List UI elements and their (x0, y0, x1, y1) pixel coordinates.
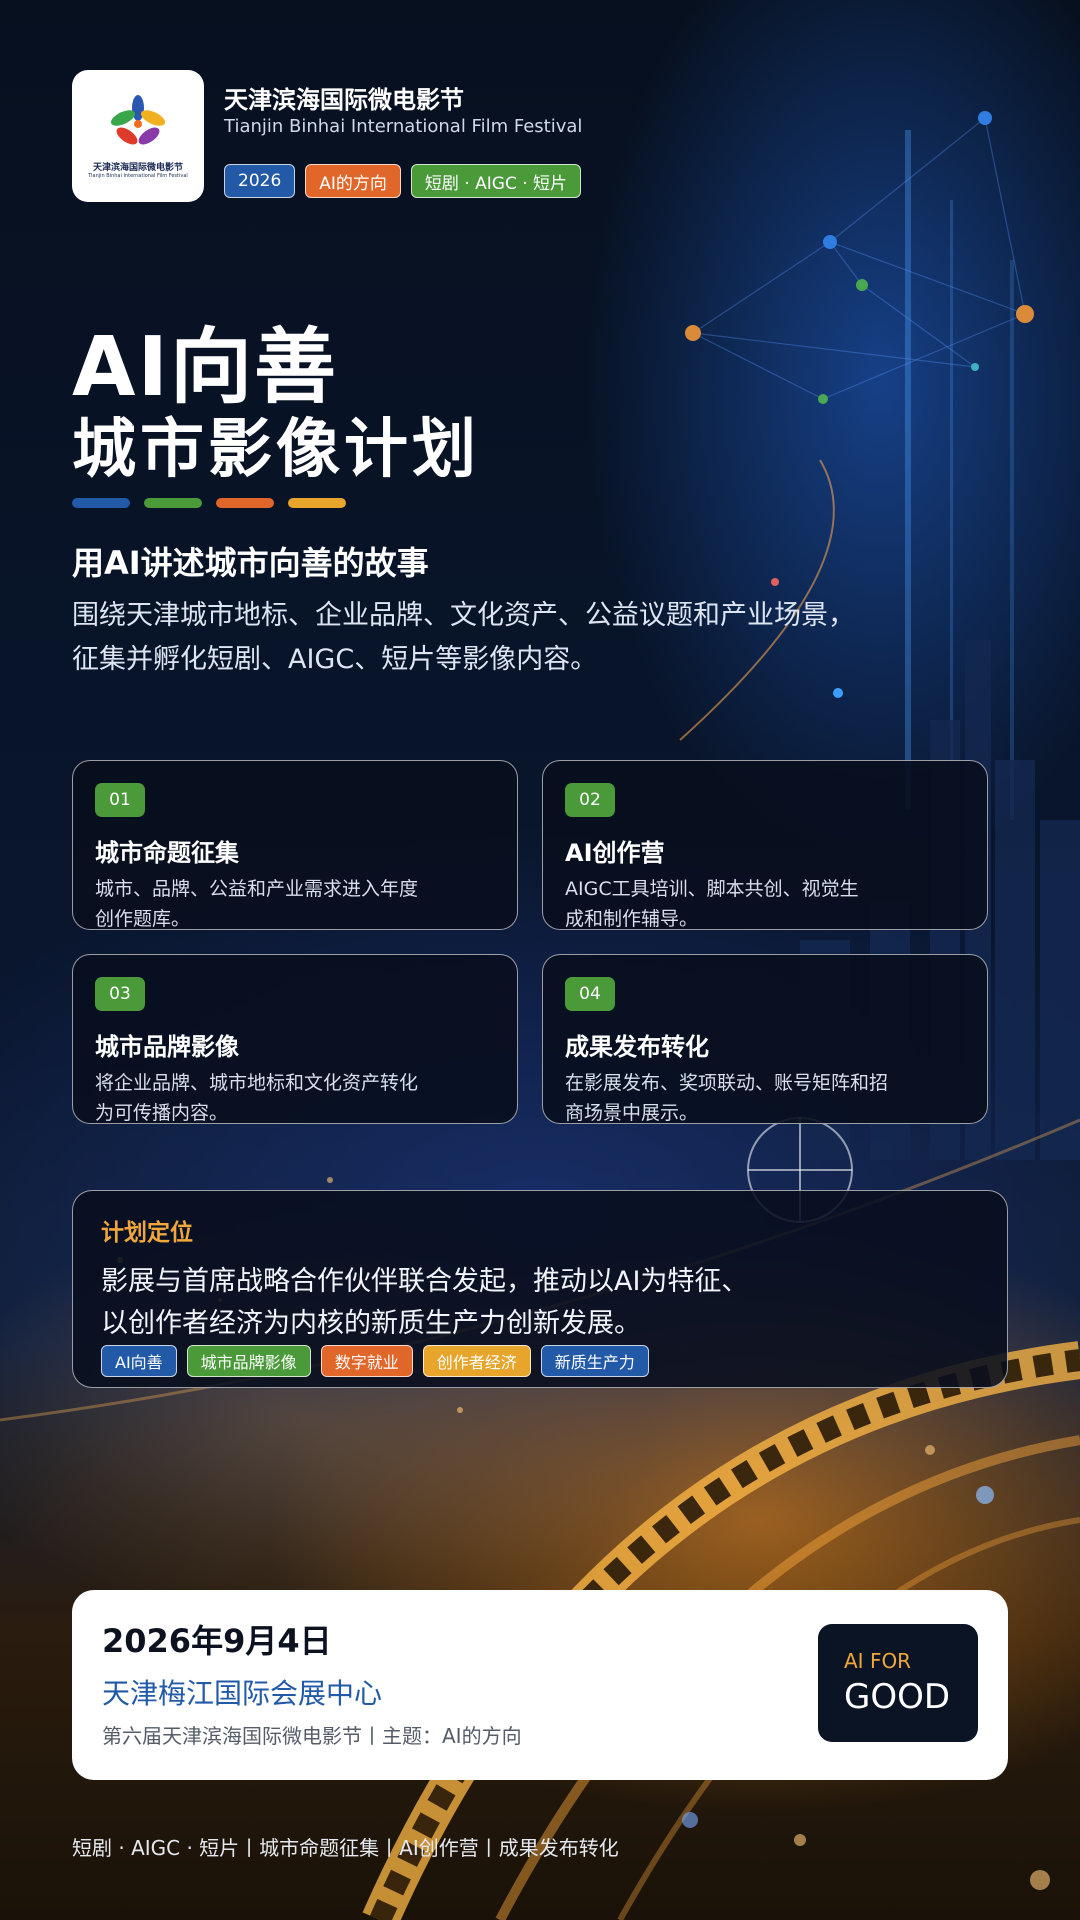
accent-bar-yellow (288, 498, 346, 508)
card-description-line2: 创作题库。 (95, 908, 191, 930)
badge-bottom-text: GOOD (844, 1677, 951, 1717)
festival-title-en: Tianjin Binhai International Film Festiv… (224, 116, 583, 137)
card-title: 城市品牌影像 (95, 1033, 239, 1061)
card-description: AIGC工具培训、脚本共创、视觉生 成和制作辅导。 (565, 874, 965, 934)
event-date: 2026年9月4日 (102, 1622, 332, 1660)
ai-for-good-badge: AI FOR GOOD (818, 1624, 978, 1742)
event-info-card: 2026年9月4日 天津梅江国际会展中心 第六届天津滨海国际微电影节丨主题：AI… (72, 1590, 1008, 1780)
intro-description-line2: 征集并孵化短剧、AIGC、短片等影像内容。 (72, 644, 598, 675)
plan-tag: AI向善 (101, 1345, 177, 1377)
program-card-2: 02 AI创作营 AIGC工具培训、脚本共创、视觉生 成和制作辅导。 (542, 760, 988, 930)
card-number: 04 (565, 977, 615, 1011)
logo-text-cn: 天津滨海国际微电影节 (92, 162, 183, 173)
plan-description-line1: 影展与首席战略合作伙伴联合发起，推动以AI为特征、 (101, 1266, 749, 1297)
card-description-line1: 城市、品牌、公益和产业需求进入年度 (95, 878, 419, 900)
accent-bar-green (144, 498, 202, 508)
plan-tag: 新质生产力 (540, 1345, 649, 1377)
card-description-line1: 将企业品牌、城市地标和文化资产转化 (95, 1072, 419, 1094)
event-venue: 天津梅江国际会展中心 (102, 1677, 383, 1710)
accent-color-bars (72, 498, 346, 508)
tag-formats: 短剧 · AIGC · 短片 (410, 164, 582, 198)
card-title: AI创作营 (565, 839, 665, 867)
accent-bar-blue (72, 498, 130, 508)
card-description-line2: 为可传播内容。 (95, 1102, 229, 1124)
card-title: 城市命题征集 (95, 839, 239, 867)
card-number: 02 (565, 783, 615, 817)
card-number: 03 (95, 977, 145, 1011)
plan-tags: AI向善 城市品牌影像 数字就业 创作者经济 新质生产力 (101, 1345, 979, 1377)
festival-title-cn: 天津滨海国际微电影节 (224, 86, 464, 114)
flower-logo-icon (110, 94, 166, 144)
footer-tagline: 短剧 · AIGC · 短片丨城市命题征集丨AI创作营丨成果发布转化 (72, 1836, 619, 1860)
card-title: 成果发布转化 (565, 1033, 709, 1061)
intro-description-line1: 围绕天津城市地标、企业品牌、文化资产、公益议题和产业场景， (72, 600, 855, 631)
card-description-line1: AIGC工具培训、脚本共创、视觉生 (565, 878, 859, 900)
plan-title: 计划定位 (101, 1220, 193, 1246)
card-description-line2: 成和制作辅导。 (565, 908, 699, 930)
network-lines (692, 117, 1026, 400)
card-number: 01 (95, 783, 145, 817)
card-description: 在影展发布、奖项联动、账号矩阵和招 商场景中展示。 (565, 1068, 965, 1128)
card-description-line2: 商场景中展示。 (565, 1102, 699, 1124)
header-tags: 2026 AI的方向 短剧 · AIGC · 短片 (224, 164, 582, 198)
plan-positioning-panel: 计划定位 影展与首席战略合作伙伴联合发起，推动以AI为特征、 以创作者经济为内核… (72, 1190, 1008, 1388)
program-card-4: 04 成果发布转化 在影展发布、奖项联动、账号矩阵和招 商场景中展示。 (542, 954, 988, 1124)
intro-subtitle: 用AI讲述城市向善的故事 (72, 544, 429, 582)
program-card-3: 03 城市品牌影像 将企业品牌、城市地标和文化资产转化 为可传播内容。 (72, 954, 518, 1124)
card-description-line1: 在影展发布、奖项联动、账号矩阵和招 (565, 1072, 889, 1094)
badge-top-text: AI FOR (844, 1649, 912, 1673)
intro-description: 围绕天津城市地标、企业品牌、文化资产、公益议题和产业场景， 征集并孵化短剧、AI… (72, 594, 972, 682)
card-description: 城市、品牌、公益和产业需求进入年度 创作题库。 (95, 874, 495, 934)
plan-description: 影展与首席战略合作伙伴联合发起，推动以AI为特征、 以创作者经济为内核的新质生产… (101, 1261, 979, 1345)
plan-tag: 数字就业 (320, 1345, 413, 1377)
festival-logo: 天津滨海国际微电影节 Tianjin Binhai International … (72, 70, 204, 202)
hero-title-line2: 城市影像计划 (72, 413, 480, 487)
program-card-1: 01 城市命题征集 城市、品牌、公益和产业需求进入年度 创作题库。 (72, 760, 518, 930)
card-description: 将企业品牌、城市地标和文化资产转化 为可传播内容。 (95, 1068, 495, 1128)
plan-tag: 创作者经济 (422, 1345, 531, 1377)
plan-description-line2: 以创作者经济为内核的新质生产力创新发展。 (101, 1308, 641, 1339)
tag-theme: AI的方向 (305, 164, 401, 198)
plan-tag: 城市品牌影像 (186, 1345, 311, 1377)
logo-text-en: Tianjin Binhai International Film Festiv… (88, 172, 188, 179)
event-theme: 第六届天津滨海国际微电影节丨主题：AI的方向 (102, 1724, 522, 1748)
accent-bar-orange (216, 498, 274, 508)
light-beams (905, 130, 1014, 820)
tag-year: 2026 (224, 164, 296, 198)
